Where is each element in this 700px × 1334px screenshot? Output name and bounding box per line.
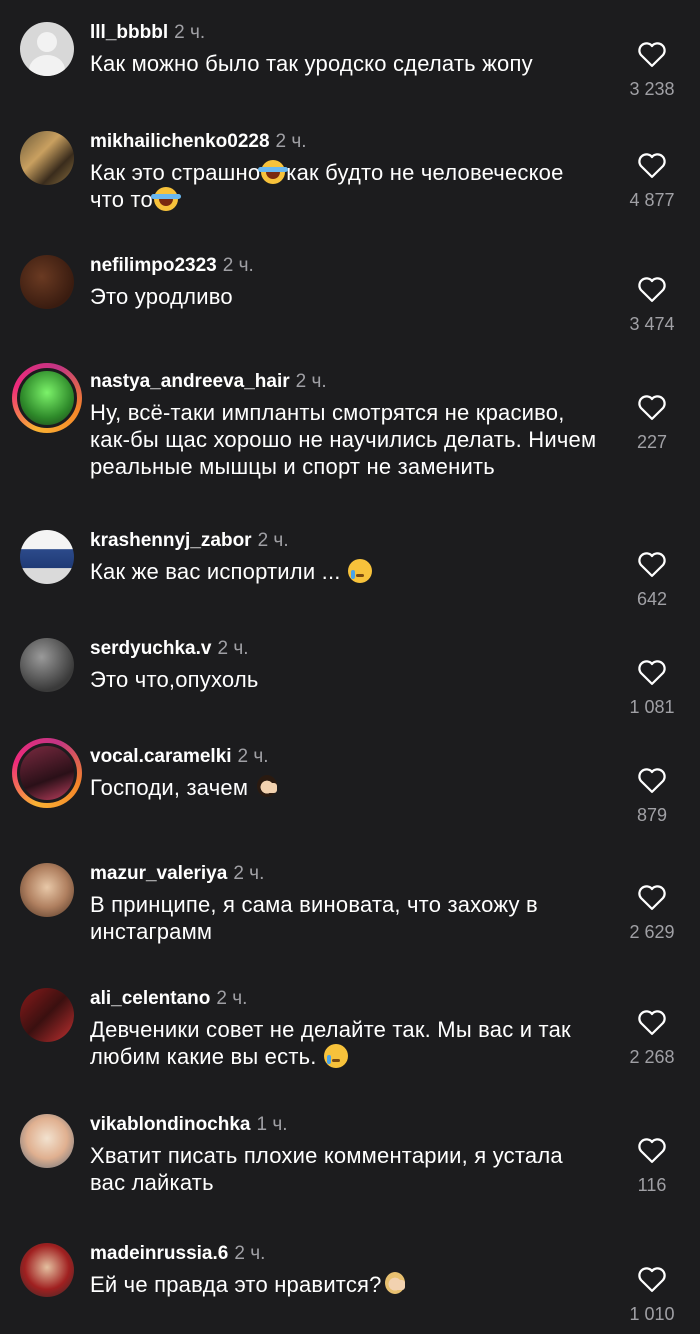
- comment-time: 2 ч.: [295, 371, 327, 392]
- avatar[interactable]: [20, 22, 74, 76]
- avatar[interactable]: [20, 988, 74, 1042]
- like-count: 116: [637, 1175, 667, 1195]
- like-count: 1 010: [629, 1304, 675, 1324]
- comment-username[interactable]: lll_bbbbl: [90, 22, 168, 43]
- comment-username[interactable]: ali_celentano: [90, 988, 210, 1009]
- heart-outline-icon[interactable]: [637, 883, 667, 911]
- like-button[interactable]: 642: [612, 550, 692, 610]
- comment-text: Это уродливо: [90, 284, 233, 309]
- comment-username[interactable]: nastya_andreeva_hair: [90, 371, 290, 392]
- comment-text: Как это страшно как будто не человеческое…: [90, 160, 564, 212]
- comment-text: В принципе, я сама виновата, что захожу …: [90, 892, 538, 944]
- comment-username[interactable]: serdyuchka.v: [90, 638, 211, 659]
- comment-text: Господи, зачем: [90, 774, 600, 801]
- comment-text: Как же вас испортили ...: [90, 558, 600, 585]
- like-button[interactable]: 2 629: [612, 883, 692, 943]
- like-button[interactable]: 4 877: [612, 151, 692, 211]
- comment-time: 2 ч.: [275, 131, 307, 152]
- comment-time: 2 ч.: [257, 530, 289, 551]
- comment-text: Девченики совет не делайте так. Мы вас и…: [90, 1017, 571, 1069]
- comment-username[interactable]: vikablondinochka: [90, 1114, 250, 1135]
- avatar[interactable]: [20, 530, 74, 584]
- avatar[interactable]: [20, 255, 74, 309]
- heart-outline-icon[interactable]: [637, 40, 667, 68]
- comment-username[interactable]: nefilimpo2323: [90, 255, 217, 276]
- facepalm-emoji-icon: [383, 1272, 407, 1296]
- avatar[interactable]: [20, 1243, 74, 1297]
- like-button[interactable]: 3 238: [612, 40, 692, 100]
- like-button[interactable]: 2 268: [612, 1008, 692, 1068]
- avatar[interactable]: [20, 863, 74, 917]
- heart-outline-icon[interactable]: [637, 658, 667, 686]
- avatar[interactable]: [12, 738, 82, 808]
- crying-emoji-icon: [347, 559, 372, 583]
- comment-text: Ну, всё-таки импланты смотрятся не краси…: [90, 400, 597, 479]
- crying-emoji-icon: [323, 1044, 348, 1068]
- comment-text: Как можно было так уродско сделать жопу: [90, 51, 533, 76]
- comment-username[interactable]: mikhailichenko0228: [90, 131, 270, 152]
- comment-time: 2 ч.: [217, 638, 249, 659]
- comment-text: Ей че правда это нравится?: [90, 1271, 600, 1298]
- comment-time: 2 ч.: [234, 1243, 266, 1264]
- like-button[interactable]: 116: [612, 1136, 692, 1196]
- comment-username[interactable]: madeinrussia.6: [90, 1243, 228, 1264]
- heart-outline-icon[interactable]: [637, 766, 667, 794]
- comment-username[interactable]: mazur_valeriya: [90, 863, 227, 884]
- comment-time: 2 ч.: [216, 988, 248, 1009]
- avatar[interactable]: [20, 131, 74, 185]
- comment-time: 2 ч.: [237, 746, 269, 767]
- comment-time: 1 ч.: [256, 1114, 288, 1135]
- heart-outline-icon[interactable]: [637, 275, 667, 303]
- heart-outline-icon[interactable]: [637, 550, 667, 578]
- heart-outline-icon[interactable]: [637, 151, 667, 179]
- heart-outline-icon[interactable]: [637, 393, 667, 421]
- like-count: 3 238: [629, 79, 675, 99]
- like-button[interactable]: 3 474: [612, 275, 692, 335]
- like-count: 2 629: [629, 922, 675, 942]
- like-button[interactable]: 879: [612, 766, 692, 826]
- like-button[interactable]: 1 081: [612, 658, 692, 718]
- comment-username[interactable]: krashennyj_zabor: [90, 530, 252, 551]
- like-count: 2 268: [629, 1047, 675, 1067]
- laughing-emoji-icon: [150, 187, 181, 211]
- heart-outline-icon[interactable]: [637, 1008, 667, 1036]
- like-count: 4 877: [629, 190, 675, 210]
- comment-time: 2 ч.: [174, 22, 206, 43]
- like-count: 3 474: [629, 314, 675, 334]
- avatar[interactable]: [20, 638, 74, 692]
- comment-text: Хватит писать плохие комментарии, я уста…: [90, 1143, 563, 1195]
- facepalm-emoji-icon: [255, 775, 279, 799]
- comment-time: 2 ч.: [233, 863, 265, 884]
- heart-outline-icon[interactable]: [637, 1265, 667, 1293]
- comment-username[interactable]: vocal.caramelki: [90, 746, 232, 767]
- like-count: 227: [636, 432, 668, 452]
- like-count: 642: [636, 589, 668, 609]
- like-button[interactable]: 227: [612, 393, 692, 453]
- heart-outline-icon[interactable]: [637, 1136, 667, 1164]
- avatar[interactable]: [12, 363, 82, 433]
- comment-time: 2 ч.: [222, 255, 254, 276]
- comment-text: Это что,опухоль: [90, 667, 259, 692]
- like-button[interactable]: 1 010: [612, 1265, 692, 1325]
- like-count: 879: [636, 805, 668, 825]
- avatar[interactable]: [20, 1114, 74, 1168]
- like-count: 1 081: [629, 697, 675, 717]
- laughing-emoji-icon: [258, 160, 289, 184]
